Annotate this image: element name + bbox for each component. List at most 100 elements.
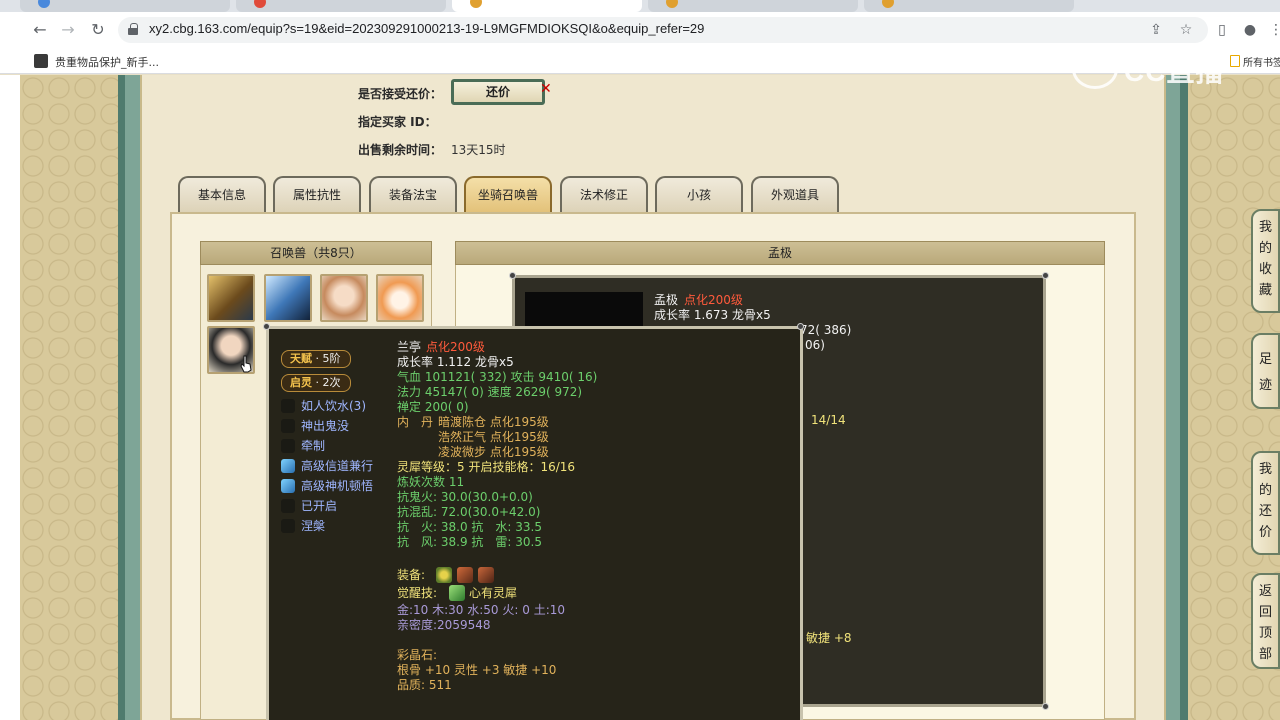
leaf-awaken-icon — [449, 585, 465, 601]
quality-stat: 品质: 511 — [397, 678, 452, 692]
pet-growth: 成长率 1.112 龙骨x5 — [397, 355, 514, 369]
back-pet-name: 孟极 — [654, 293, 679, 307]
neidan-item: 浩然正气 点化195级 — [438, 430, 549, 444]
accept-counter-label: 是否接受还价： — [358, 87, 443, 101]
forward-arrow-icon[interactable]: → — [58, 20, 78, 40]
bookmark-item[interactable]: 贵重物品保护_新手... — [55, 54, 159, 70]
tab-equipment[interactable]: 装备法宝 — [369, 176, 457, 212]
all-bookmarks-link[interactable]: 所有书签 — [1243, 54, 1280, 69]
folder-icon — [1230, 55, 1240, 67]
panel-corner — [1042, 703, 1049, 710]
spirit-level: 灵犀等级：5 开启技能格：16/16 — [397, 460, 576, 474]
skill-item[interactable]: 神出鬼没 — [281, 417, 349, 435]
back-partial-stat: 敏捷 +8 — [806, 631, 852, 645]
intimacy-stat: 亲密度:2059548 — [397, 618, 491, 632]
pet-thumbnail[interactable] — [207, 274, 255, 322]
bookmark-favicon-icon — [34, 54, 48, 68]
resist-wind-thunder: 抗 风: 38.9 抗 雷: 30.5 — [397, 535, 542, 549]
buyer-id-label: 指定买家 ID： — [358, 115, 437, 129]
back-to-top-button[interactable]: 返回顶部 — [1251, 573, 1280, 669]
tab-favicon-icon — [470, 0, 482, 8]
resist-ghost: 抗鬼火: 30.0(30.0+0.0) — [397, 490, 533, 504]
remaining-time-label: 出售剩余时间： — [358, 143, 443, 157]
browser-tab[interactable] — [648, 0, 858, 12]
close-icon[interactable]: ✕ — [540, 81, 552, 97]
pet-detail-header: 孟极 — [455, 241, 1105, 265]
skill-item[interactable]: 高级信道兼行 — [281, 457, 373, 475]
panel-corner — [1042, 272, 1049, 279]
equip-label: 装备: — [397, 568, 426, 582]
back-partial-stat: 14/14 — [811, 413, 846, 427]
skill-item[interactable]: 牵制 — [281, 437, 325, 455]
gem-label: 彩晶石: — [397, 648, 438, 662]
pet-thumbnail[interactable] — [376, 274, 424, 322]
skill-item[interactable]: 已开启 — [281, 497, 337, 515]
left-pattern — [20, 75, 120, 720]
profile-icon[interactable]: ● — [1240, 20, 1260, 40]
tab-child[interactable]: 小孩 — [655, 176, 743, 212]
counter-offer-button[interactable]: 还价 — [451, 79, 545, 105]
star-bookmark-icon[interactable]: ☆ — [1176, 20, 1196, 40]
browser-toolbar: ← → ↻ xy2.cbg.163.com/equip?s=19&eid=202… — [0, 12, 1280, 48]
hp-attack-stat: 气血 101121( 332) 攻击 9410( 16) — [397, 370, 598, 384]
skill-item[interactable]: 如人饮水(3) — [281, 397, 366, 415]
tab-attributes[interactable]: 属性抗性 — [273, 176, 361, 212]
browser-tab[interactable] — [20, 0, 230, 12]
skill-item[interactable]: 涅槃 — [281, 517, 325, 535]
awaken-skill: 心有灵犀 — [469, 586, 518, 600]
pet-name: 兰亭 — [397, 340, 422, 354]
back-partial-stat: 72( 386) — [800, 323, 852, 337]
my-favorites-button[interactable]: 我的收藏 — [1251, 209, 1280, 313]
back-partial-stat: 06) — [805, 338, 825, 352]
skill-item[interactable]: 高级神机顿悟 — [281, 477, 373, 495]
tab-appearance[interactable]: 外观道具 — [751, 176, 839, 212]
tab-mounts-summons[interactable]: 坐骑召唤兽 — [464, 176, 552, 212]
skill-slot-icon — [281, 439, 295, 453]
my-counter-offers-button[interactable]: 我的还价 — [1251, 451, 1280, 555]
footprint-button[interactable]: 足迹 — [1251, 333, 1280, 409]
collar-equip-icon[interactable] — [478, 567, 494, 583]
menu-dots-icon[interactable]: ⋮ — [1266, 20, 1280, 40]
back-pet-level: 点化200级 — [684, 293, 743, 307]
tab-basic-info[interactable]: 基本信息 — [178, 176, 266, 212]
popup-corner — [263, 323, 270, 330]
elements-stat: 金:10 木:30 水:50 火: 0 土:10 — [397, 603, 566, 617]
left-frame-rail — [118, 75, 125, 720]
neidan-item: 暗渡陈仓 点化195级 — [438, 415, 549, 429]
spirit-badge: 启灵 · 2次 — [281, 374, 351, 392]
back-arrow-icon[interactable]: ← — [30, 20, 50, 40]
pet-thumbnail[interactable] — [320, 274, 368, 322]
tab-favicon-icon — [882, 0, 894, 8]
hand-cursor-icon — [240, 355, 252, 373]
tab-spell-correction[interactable]: 法术修正 — [560, 176, 648, 212]
wind-skill-icon — [281, 459, 295, 473]
share-icon[interactable]: ⇪ — [1146, 20, 1166, 40]
page-left-edge — [0, 75, 20, 720]
side-panel-icon[interactable]: ▯ — [1212, 20, 1232, 40]
address-bar[interactable]: xy2.cbg.163.com/equip?s=19&eid=202309291… — [118, 17, 1208, 43]
pet-level: 点化200级 — [426, 340, 485, 354]
pet-thumbnail[interactable] — [264, 274, 312, 322]
right-frame-rail — [1180, 75, 1188, 720]
skill-slot-icon — [281, 419, 295, 433]
skill-slot-icon — [281, 399, 295, 413]
armor-equip-icon[interactable] — [457, 567, 473, 583]
resist-fire-water: 抗 火: 38.0 抗 水: 33.5 — [397, 520, 542, 534]
url-text[interactable]: xy2.cbg.163.com/equip?s=19&eid=202309291… — [149, 21, 704, 36]
summon-list-header: 召唤兽（共8只） — [200, 241, 432, 265]
browser-tab[interactable] — [236, 0, 446, 12]
popup-corner — [797, 323, 804, 330]
mp-speed-stat: 法力 45147( 0) 速度 2629( 972) — [397, 385, 583, 399]
right-frame-rail-inner — [1166, 75, 1180, 720]
browser-tab-active[interactable] — [452, 0, 642, 12]
tab-favicon-icon — [666, 0, 678, 8]
awaken-label: 觉醒技: — [397, 586, 438, 600]
reload-icon[interactable]: ↻ — [88, 20, 108, 40]
resist-chaos: 抗混乱: 72.0(30.0+42.0) — [397, 505, 541, 519]
neidan-label: 内 丹 — [397, 415, 434, 429]
neidan-item: 凌波微步 点化195级 — [438, 445, 549, 459]
lock-icon — [128, 23, 138, 35]
ring-equip-icon[interactable] — [436, 567, 452, 583]
browser-tab[interactable] — [864, 0, 1074, 12]
zen-stat: 禅定 200( 0) — [397, 400, 469, 414]
